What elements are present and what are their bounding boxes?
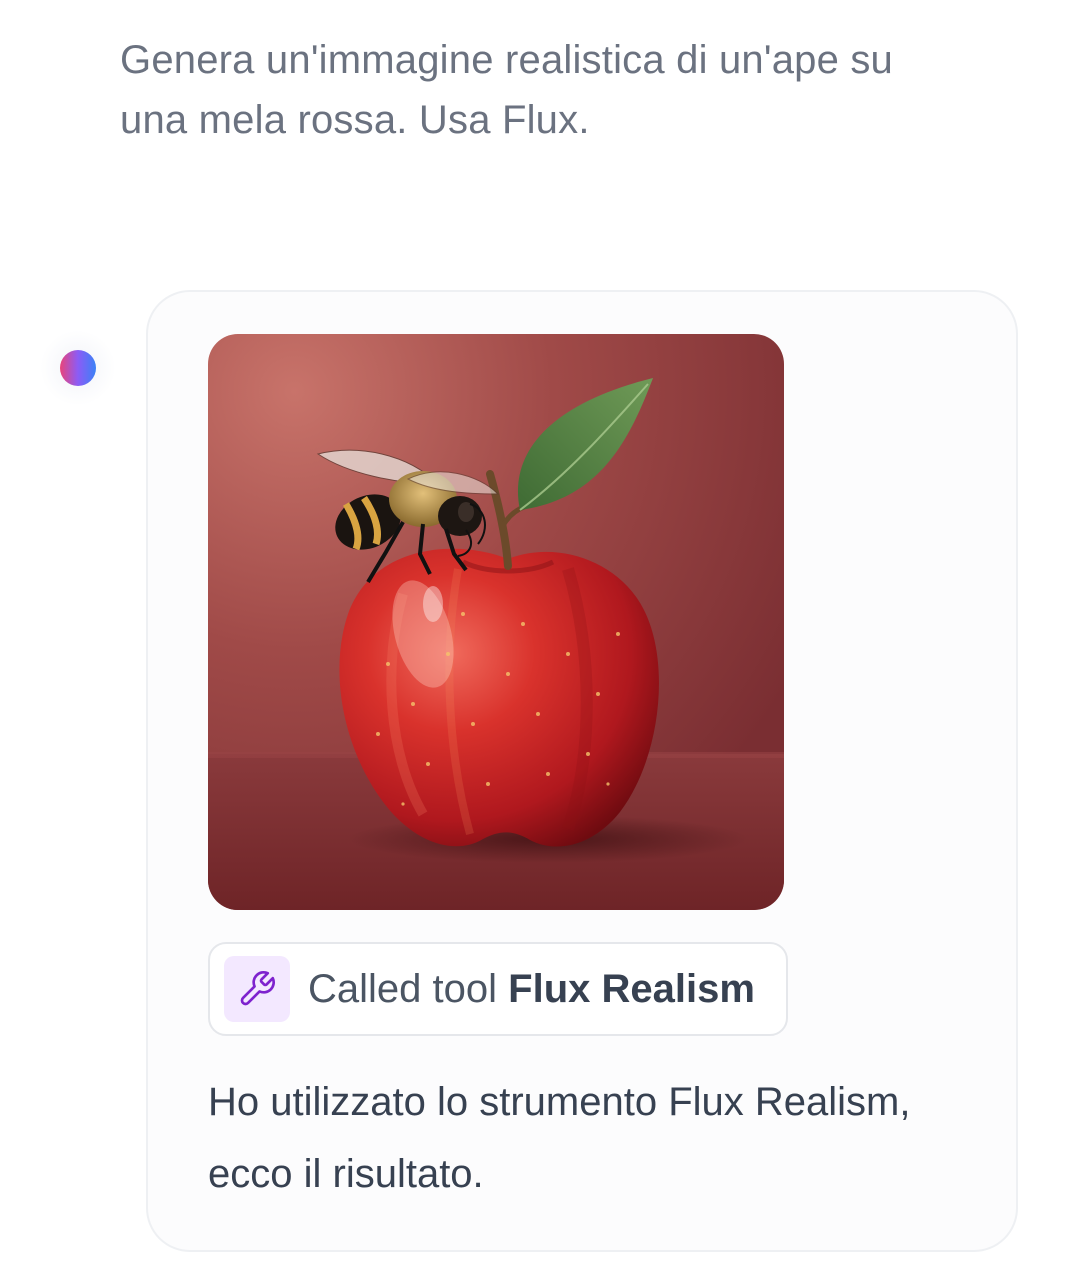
generated-image[interactable] <box>208 334 784 910</box>
tool-call-label: Called tool Flux Realism <box>308 967 755 1012</box>
assistant-avatar-icon <box>60 350 96 386</box>
wrench-icon <box>240 971 275 1006</box>
tool-call-chip[interactable]: Called tool Flux Realism <box>208 942 788 1036</box>
assistant-response-card: Called tool Flux Realism Ho utilizzato l… <box>146 290 1018 1252</box>
tool-call-prefix: Called tool <box>308 966 498 1011</box>
tool-icon-container <box>224 956 290 1022</box>
assistant-response-text: Ho utilizzato lo strumento Flux Realism,… <box>208 1080 911 1196</box>
tool-call-name: Flux Realism <box>508 966 755 1011</box>
chat-page: Genera un'immagine realistica di un'ape … <box>0 0 1080 1285</box>
user-message: Genera un'immagine realistica di un'ape … <box>120 38 893 142</box>
assistant-avatar <box>40 330 116 406</box>
